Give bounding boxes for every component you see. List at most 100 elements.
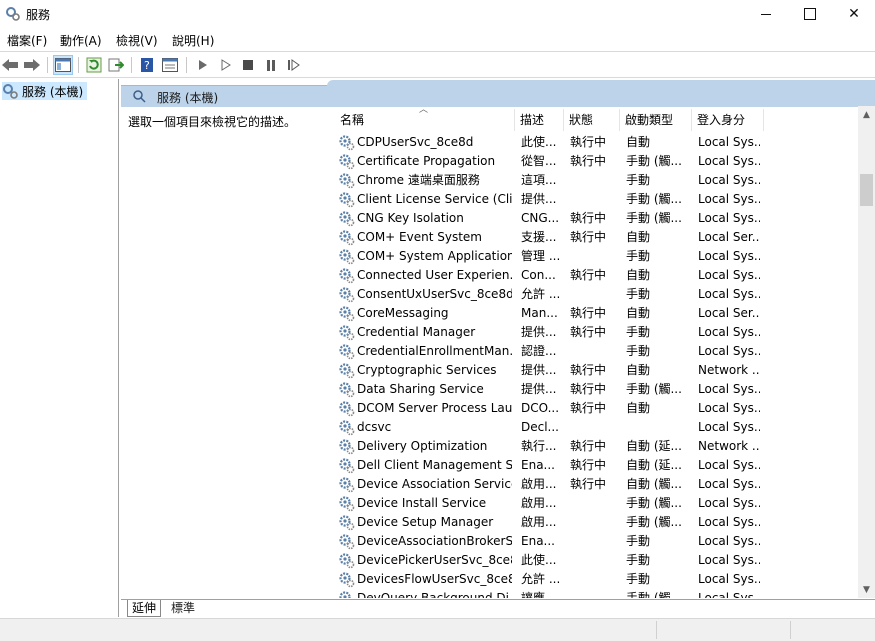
- service-log-on-as: Local Sys...: [698, 572, 760, 586]
- service-name: Data Sharing Service: [357, 382, 484, 396]
- service-log-on-as: Local Sys...: [698, 458, 760, 472]
- menu-view[interactable]: 檢視(V): [116, 32, 158, 49]
- service-row[interactable]: Device Setup Manager 啟用... 手動 (觸... Local S…: [335, 513, 855, 532]
- service-name: DeviceAssociationBrokerS...: [357, 534, 512, 548]
- service-startup-type: 自動: [626, 401, 651, 415]
- service-description: Ena...: [521, 534, 555, 548]
- forward-button[interactable]: [22, 55, 42, 75]
- close-button[interactable]: ✕: [831, 0, 875, 28]
- back-button[interactable]: [0, 55, 20, 75]
- service-row[interactable]: Connected User Experien... Con... 執行中 自動 Loc…: [335, 266, 855, 285]
- refresh-button[interactable]: [84, 55, 104, 75]
- service-row[interactable]: CoreMessaging Man... 執行中 自動 Local Ser...: [335, 304, 855, 323]
- help-button[interactable]: ?: [137, 55, 157, 75]
- service-row[interactable]: DevicePickerUserSvc_8ce8d 此使... 手動 Local Sy…: [335, 551, 855, 570]
- service-row[interactable]: Data Sharing Service 提供... 執行中 手動 (觸... Loca…: [335, 380, 855, 399]
- service-row[interactable]: COM+ System Application 管理 ... 手動 Local Sys…: [335, 247, 855, 266]
- service-description: Decl...: [521, 420, 559, 434]
- service-description: 此使...: [521, 553, 557, 567]
- stop-service-button[interactable]: [238, 55, 258, 75]
- pause-service-button[interactable]: [261, 55, 281, 75]
- service-startup-type: 自動 (延...: [626, 458, 682, 472]
- service-startup-type: 手動: [626, 287, 651, 301]
- tab-standard[interactable]: 標準: [167, 600, 199, 616]
- service-row[interactable]: CDPUserSvc_8ce8d 此使... 執行中 自動 Local Sys...: [335, 133, 855, 152]
- service-row[interactable]: Device Association Service 啟用... 執行中 自動 (觸.…: [335, 475, 855, 494]
- column-header-description[interactable]: 描述: [515, 109, 564, 131]
- menu-action[interactable]: 動作(A): [60, 32, 102, 49]
- column-header-name[interactable]: 名稱: [335, 109, 515, 131]
- header-tab-shape: [327, 80, 875, 86]
- service-row[interactable]: DeviceAssociationBrokerS... Ena... 手動 Local…: [335, 532, 855, 551]
- service-name: Device Setup Manager: [357, 515, 494, 529]
- service-row[interactable]: Credential Manager 提供... 執行中 手動 Local Sys...: [335, 323, 855, 342]
- service-row[interactable]: Certificate Propagation 從智... 執行中 手動 (觸... L…: [335, 152, 855, 171]
- status-bar: [0, 618, 875, 641]
- status-divider: [656, 621, 657, 639]
- scroll-down-arrow-icon[interactable]: ▼: [858, 581, 875, 598]
- service-gear-icon: [339, 306, 355, 322]
- maximize-button[interactable]: [787, 0, 833, 28]
- resume-service-button[interactable]: [284, 55, 304, 75]
- service-startup-type: 手動 (觸...: [626, 211, 682, 225]
- service-row[interactable]: Dell Client Management S... Ena... 執行中 自動 (…: [335, 456, 855, 475]
- service-row[interactable]: dcsvc Decl... Local Sys...: [335, 418, 855, 437]
- tab-extended[interactable]: 延伸: [127, 600, 162, 617]
- service-description: Ena...: [521, 458, 555, 472]
- service-description: 執行...: [521, 439, 557, 453]
- properties-button[interactable]: [160, 55, 180, 75]
- service-log-on-as: Local Sys...: [698, 287, 760, 301]
- service-row[interactable]: ConsentUxUserSvc_8ce8d 允許 ... 手動 Local Sys.…: [335, 285, 855, 304]
- service-log-on-as: Local Sys...: [698, 249, 760, 263]
- service-log-on-as: Local Sys...: [698, 211, 760, 225]
- content-header-title: 服務 (本機): [157, 91, 219, 105]
- menu-file[interactable]: 檔案(F): [7, 32, 47, 49]
- search-gear-icon: [133, 90, 146, 103]
- service-row[interactable]: Delivery Optimization 執行... 執行中 自動 (延... Net…: [335, 437, 855, 456]
- minimize-button[interactable]: [743, 0, 789, 28]
- toolbar: ?: [0, 53, 875, 77]
- tree-item-local-services[interactable]: 服務 (本機): [2, 82, 88, 100]
- service-startup-type: 手動: [626, 325, 651, 339]
- service-row[interactable]: DevQuery Background Di... 讓應... 手動 (觸... Lo…: [335, 589, 855, 598]
- service-row[interactable]: Client License Service (Cli... 提供... 手動 (觸…: [335, 190, 855, 209]
- service-status: [570, 494, 618, 513]
- service-description: CNG...: [521, 211, 560, 225]
- service-status: 執行中: [570, 268, 607, 282]
- service-description: 提供...: [521, 363, 557, 377]
- service-row[interactable]: COM+ Event System 支援... 執行中 自動 Local Ser...: [335, 228, 855, 247]
- column-header-startup-type[interactable]: 啟動類型: [620, 109, 692, 131]
- service-row[interactable]: CredentialEnrollmentMan... 認證... 手動 Local S…: [335, 342, 855, 361]
- service-name: COM+ Event System: [357, 230, 482, 244]
- export-list-button[interactable]: [106, 55, 126, 75]
- service-startup-type: 手動 (觸...: [626, 154, 682, 168]
- vertical-scrollbar[interactable]: ▲ ▼: [858, 106, 875, 598]
- scrollbar-thumb[interactable]: [860, 174, 873, 206]
- service-row[interactable]: DevicesFlowUserSvc_8ce8d 允許 ... 手動 Local Sy…: [335, 570, 855, 589]
- menu-help[interactable]: 說明(H): [172, 32, 214, 49]
- column-header-log-on-as[interactable]: 登入身分: [692, 109, 764, 131]
- service-name: COM+ System Application: [357, 249, 512, 263]
- service-gear-icon: [339, 173, 355, 189]
- service-name: Chrome 遠端桌面服務: [357, 173, 480, 187]
- scroll-up-arrow-icon[interactable]: ▲: [858, 106, 875, 123]
- start-service-alt-button[interactable]: [216, 55, 236, 75]
- view-tabs: 延伸 標準: [121, 599, 875, 618]
- service-gear-icon: [339, 477, 355, 493]
- show-hide-tree-button[interactable]: [53, 55, 73, 75]
- start-service-button[interactable]: [193, 55, 213, 75]
- service-row[interactable]: CNG Key Isolation CNG... 執行中 手動 (觸... Local …: [335, 209, 855, 228]
- service-gear-icon: [339, 382, 355, 398]
- service-description: 允許 ...: [521, 572, 561, 586]
- service-row[interactable]: Cryptographic Services 提供... 執行中 自動 Network …: [335, 361, 855, 380]
- column-header-status[interactable]: 狀態: [564, 109, 620, 131]
- service-log-on-as: Local Sys...: [698, 591, 760, 598]
- service-name: DevQuery Background Di...: [357, 591, 512, 598]
- service-row[interactable]: DCOM Server Process Lau... DCO... 執行中 自動 Loc…: [335, 399, 855, 418]
- service-row[interactable]: Device Install Service 啟用... 手動 (觸... Local…: [335, 494, 855, 513]
- service-row[interactable]: Chrome 遠端桌面服務 這項... 手動 Local Sys...: [335, 171, 855, 190]
- service-log-on-as: Local Sys...: [698, 192, 760, 206]
- service-status: 執行中: [570, 230, 607, 244]
- service-log-on-as: Network ...: [698, 363, 760, 377]
- service-startup-type: 自動: [626, 135, 651, 149]
